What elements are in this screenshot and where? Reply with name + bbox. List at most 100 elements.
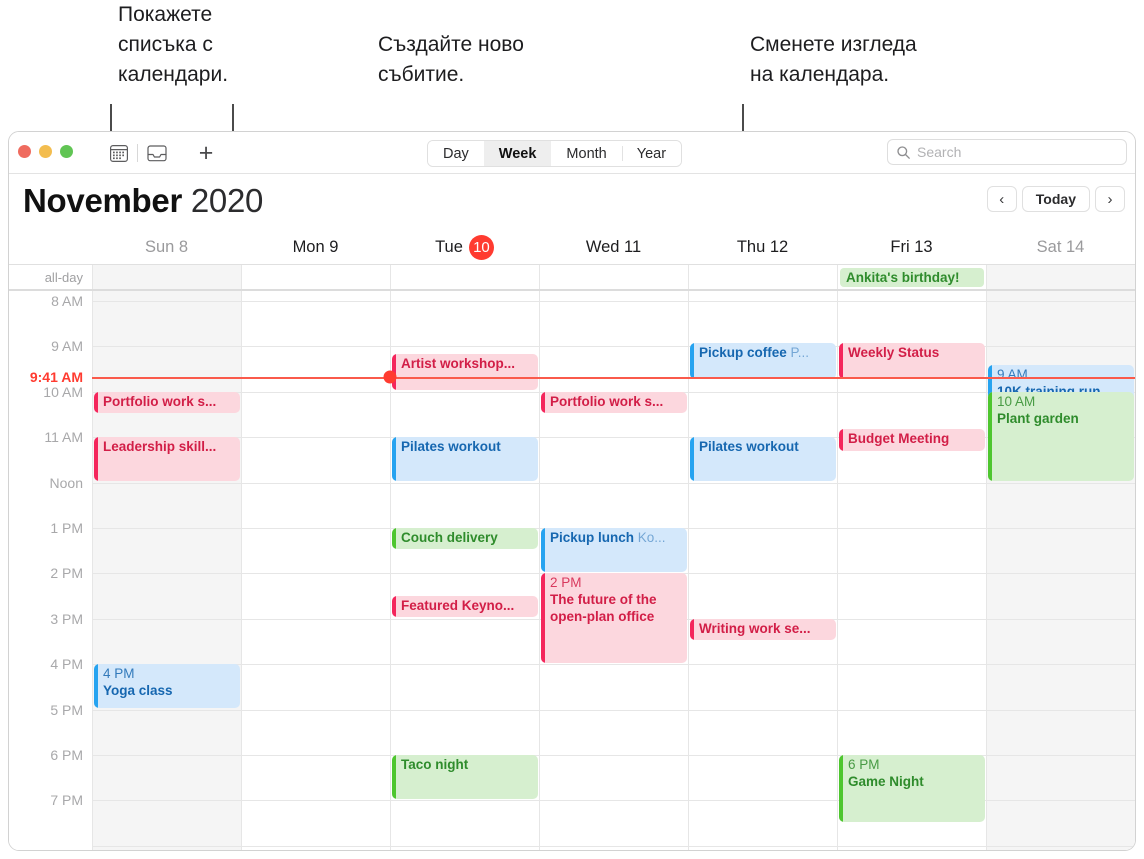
calendar-window: + Day Week Month Year Search November 20…: [8, 131, 1136, 851]
day-header-label: Tue: [435, 237, 463, 256]
all-day-cell-0[interactable]: [92, 265, 241, 289]
hour-gridline: [93, 482, 241, 484]
add-event-button[interactable]: +: [194, 140, 218, 165]
all-day-cell-6[interactable]: [986, 265, 1135, 289]
hour-gridline: [987, 709, 1135, 711]
time-label: 9 AM: [51, 338, 83, 355]
day-column-6[interactable]: 9 AM10K training run10 AMPlant garden: [986, 291, 1135, 850]
calendar-icon[interactable]: [107, 141, 131, 165]
event-title: Game Night: [848, 773, 924, 789]
calendar-event[interactable]: 4 PM Yoga class: [94, 664, 240, 709]
calendar-event[interactable]: Pickup coffee P...: [690, 342, 836, 379]
calendar-event[interactable]: 2 PM The future of the open-plan office: [541, 573, 687, 663]
hour-gridline: [987, 800, 1135, 802]
hour-gridline: [242, 346, 390, 348]
day-header-1[interactable]: Mon 9: [241, 230, 390, 264]
search-input[interactable]: Search: [887, 139, 1127, 165]
hour-gridline: [93, 755, 241, 756]
calendar-event[interactable]: Couch delivery: [392, 528, 538, 550]
next-week-button[interactable]: ›: [1095, 186, 1125, 212]
day-header-5[interactable]: Fri 13: [837, 230, 986, 264]
all-day-cell-4[interactable]: [688, 265, 837, 289]
all-day-cell-2[interactable]: [390, 265, 539, 289]
window-toolbar: + Day Week Month Year Search: [9, 132, 1135, 174]
inbox-icon[interactable]: [145, 141, 169, 165]
week-grid[interactable]: 8 AM 9 AM 10 AM 11 AM Noon 1 PM 2 PM 3 PM 4 PM 5 …: [9, 291, 1135, 850]
calendar-event[interactable]: Taco night: [392, 755, 538, 799]
day-header-3[interactable]: Wed 11: [539, 230, 688, 264]
day-header-row: Sun 8 Mon 9 Tue 10 Wed 11 Thu 12 Fri 13 Sat 14: [9, 230, 1135, 265]
event-title: Couch delivery: [401, 530, 498, 545]
calendar-event[interactable]: Portfolio work s...: [94, 391, 240, 413]
today-button[interactable]: Today: [1021, 186, 1090, 212]
calendar-event[interactable]: Pilates workout: [392, 437, 538, 482]
event-title: The future of the open-plan office: [550, 592, 657, 625]
hour-gridline: [391, 391, 539, 393]
tab-month[interactable]: Month: [551, 141, 622, 166]
calendar-event[interactable]: Pickup lunch Ko...: [541, 528, 687, 572]
event-title: Weekly Status: [848, 344, 940, 360]
previous-week-button[interactable]: ‹: [986, 186, 1017, 212]
time-label: 1 PM: [50, 520, 83, 536]
calendar-event[interactable]: Leadership skill...: [94, 437, 240, 482]
hour-gridline: [242, 301, 390, 302]
calendar-event[interactable]: Pilates workout: [690, 437, 836, 482]
day-header-6[interactable]: Sat 14: [986, 230, 1135, 264]
hour-gridline: [391, 482, 539, 484]
time-label: 11 AM: [44, 429, 83, 446]
page-title: November 2020: [23, 182, 263, 220]
day-columns[interactable]: Portfolio work s... Leadership skill... 4 …: [92, 291, 1135, 850]
all-day-cell-5[interactable]: Ankita's birthday!: [837, 265, 986, 289]
day-column-2[interactable]: Artist workshop... Pilates workout Couch d…: [390, 291, 539, 850]
hour-gridline: [987, 482, 1135, 484]
hour-gridline: [242, 618, 390, 620]
hour-gridline: [242, 845, 390, 847]
search-icon: [897, 145, 910, 159]
day-column-3[interactable]: Portfolio work s... Pickup lunch Ko... 2 P…: [539, 291, 688, 850]
hour-gridline: [689, 755, 837, 756]
calendar-event[interactable]: Featured Keyno...: [392, 596, 538, 618]
time-label: 5 PM: [50, 701, 83, 718]
calendar-event[interactable]: Artist workshop...: [392, 354, 538, 391]
calendar-event[interactable]: Budget Meeting: [839, 429, 985, 451]
all-day-cell-1[interactable]: [241, 265, 390, 289]
calendar-event[interactable]: Portfolio work s...: [541, 391, 687, 413]
today-badge: 10: [468, 234, 494, 260]
time-label: Noon: [49, 474, 83, 491]
hour-gridline: [391, 709, 539, 711]
calendar-event[interactable]: Weekly Status: [839, 342, 985, 379]
hour-gridline: [391, 301, 539, 302]
zoom-button[interactable]: [60, 145, 73, 158]
time-label: 8 AM: [51, 293, 83, 309]
calendar-event[interactable]: 10 AM Plant garden: [988, 391, 1134, 482]
day-column-0[interactable]: Portfolio work s... Leadership skill... 4 …: [92, 291, 241, 850]
calendar-event[interactable]: 6 PM Game Night: [839, 755, 985, 822]
hour-gridline: [242, 528, 390, 529]
day-column-5[interactable]: Weekly Status Budget Meeting 6 PM Game Nigh…: [837, 291, 986, 850]
day-header-2[interactable]: Tue 10: [390, 230, 539, 264]
day-column-4[interactable]: Pilates workout Pickup coffee P... Writing…: [688, 291, 837, 850]
hour-gridline: [391, 800, 539, 802]
view-segmented-control[interactable]: Day Week Month Year: [427, 140, 683, 167]
time-label: 2 PM: [50, 565, 83, 582]
hour-gridline: [242, 573, 390, 575]
hour-gridline: [987, 618, 1135, 620]
event-title: Featured Keyno...: [401, 598, 515, 614]
all-day-cell-3[interactable]: [539, 265, 688, 289]
hour-gridline: [540, 755, 688, 756]
hour-gridline: [93, 528, 241, 529]
close-button[interactable]: [18, 145, 31, 158]
hour-gridline: [838, 664, 986, 666]
all-day-event[interactable]: Ankita's birthday!: [840, 267, 984, 287]
minimize-button[interactable]: [39, 145, 52, 158]
day-column-1[interactable]: [241, 291, 390, 850]
event-time: 2 PM: [550, 575, 582, 591]
event-title: Writing work se...: [699, 620, 811, 636]
tab-week[interactable]: Week: [483, 141, 552, 166]
tab-day[interactable]: Day: [428, 141, 484, 166]
tab-year[interactable]: Year: [621, 141, 682, 166]
day-header-0[interactable]: Sun 8: [92, 230, 241, 264]
day-header-4[interactable]: Thu 12: [688, 230, 837, 264]
calendar-event[interactable]: Writing work se...: [690, 618, 836, 640]
hour-gridline: [540, 664, 688, 666]
